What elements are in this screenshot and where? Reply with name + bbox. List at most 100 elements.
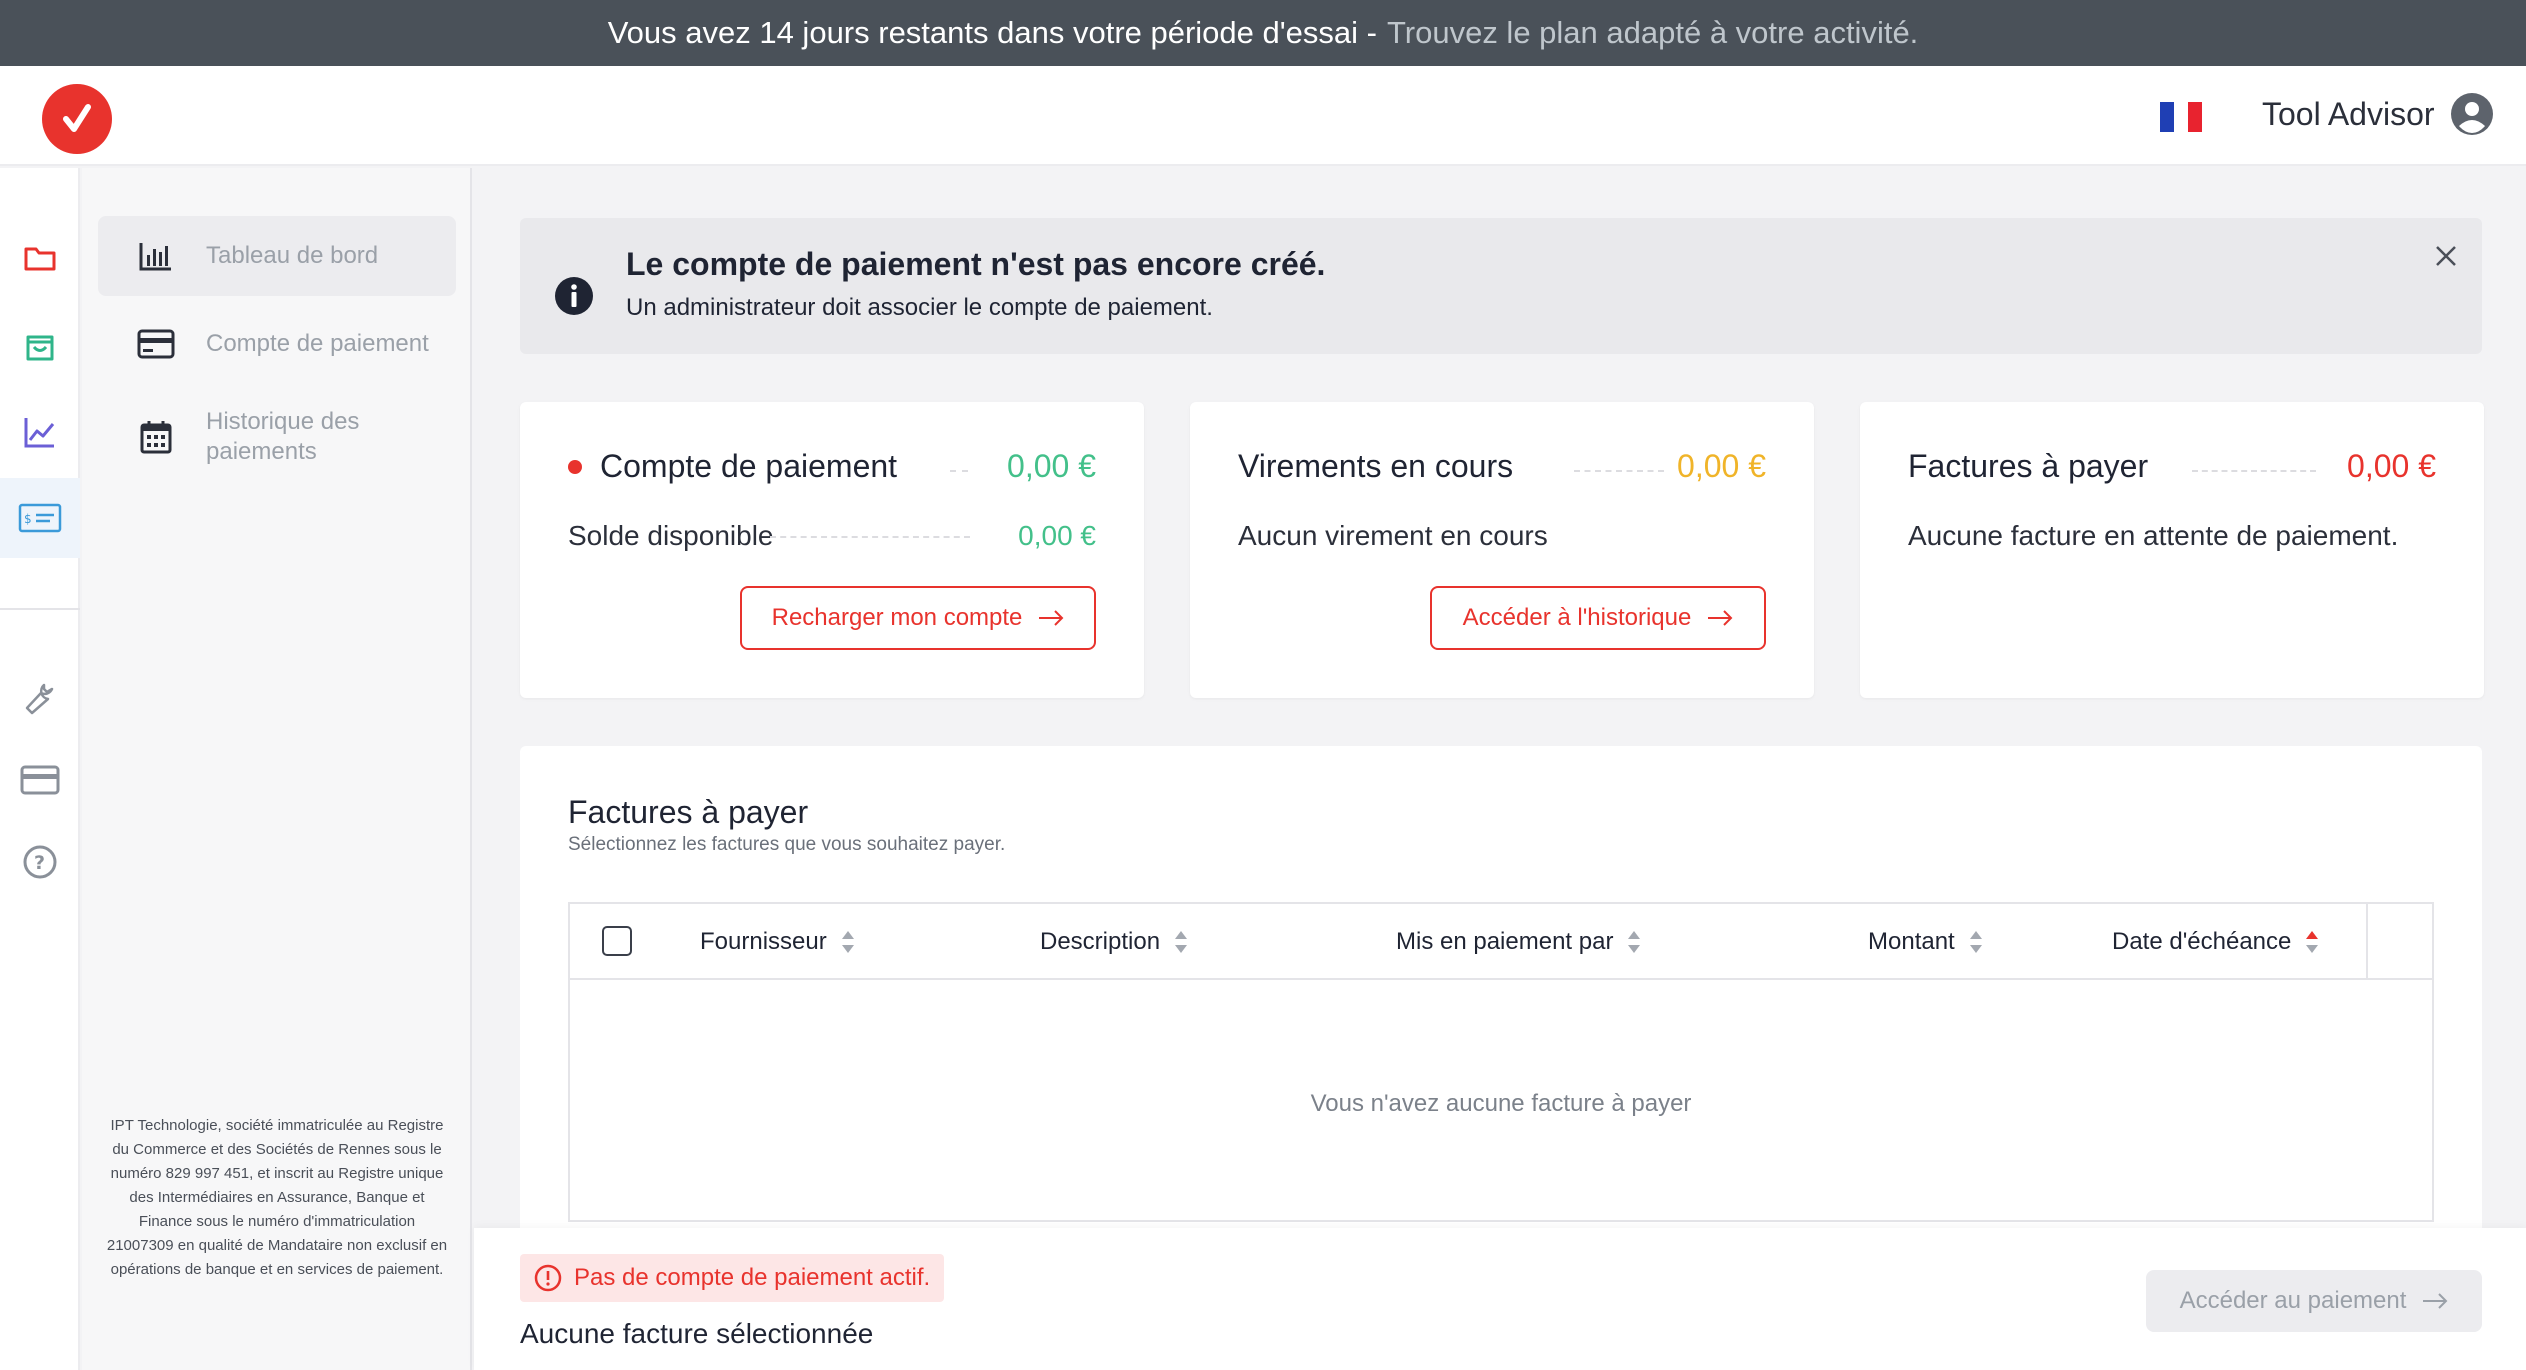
divider: [2192, 470, 2316, 472]
help-icon: ?: [23, 845, 57, 879]
arrow-right-icon: [1708, 610, 1733, 626]
credit-card-icon: [20, 765, 60, 795]
info-title: Le compte de paiement n'est pas encore c…: [626, 246, 1326, 282]
arrow-right-icon: [2423, 1293, 2448, 1309]
subnav-label: Compte de paiement: [206, 330, 429, 357]
history-button[interactable]: Accéder à l'historique: [1430, 586, 1766, 650]
rail-analytics[interactable]: [0, 392, 80, 472]
rail-help[interactable]: ?: [0, 822, 80, 902]
info-icon: [555, 277, 593, 315]
user-name[interactable]: Tool Advisor: [2262, 96, 2435, 133]
trial-text: Vous avez 14 jours restants dans votre p…: [607, 15, 1377, 50]
info-text: Un administrateur doit associer le compt…: [626, 294, 1213, 321]
folder-icon: [24, 247, 56, 271]
shopping-bag-icon: [26, 335, 54, 361]
subnav-label: Historique des paiements: [206, 408, 360, 465]
column-amount[interactable]: Montant: [1868, 928, 1983, 956]
payment-footer: Pas de compte de paiement actif. Aucune …: [474, 1228, 2526, 1370]
payment-card-icon: $: [18, 503, 62, 533]
app-logo[interactable]: [42, 84, 112, 154]
card-sub-label: Aucun virement en cours: [1238, 520, 1548, 551]
card-amount: 0,00 €: [2347, 448, 2436, 484]
select-all-checkbox[interactable]: [602, 926, 632, 956]
sort-icon: [1175, 931, 1188, 953]
table-header: Fournisseur Description Mis en paiement …: [570, 904, 2432, 980]
svg-text:?: ?: [34, 852, 45, 874]
button-label: Accéder au paiement: [2179, 1287, 2407, 1314]
card-icon: [136, 324, 176, 364]
divider: [1574, 470, 1664, 472]
button-label: Recharger mon compte: [771, 604, 1023, 631]
go-to-payment-button[interactable]: Accéder au paiement: [2146, 1270, 2482, 1332]
empty-state: Vous n'avez aucune facture à payer: [1310, 1090, 1692, 1117]
bar-chart-icon: [136, 236, 176, 276]
sort-icon: [1969, 931, 1982, 953]
icon-rail: $ ?: [0, 168, 80, 1370]
rail-payments[interactable]: $: [0, 478, 80, 558]
card-amount: 0,00 €: [1007, 448, 1096, 484]
card-sub-label: Solde disponible: [568, 520, 774, 551]
sort-active-icon: [2306, 931, 2319, 953]
checkmark-icon: [63, 104, 91, 132]
user-avatar-icon[interactable]: [2450, 92, 2494, 136]
sort-icon: [1628, 931, 1641, 953]
app-header: Tool Advisor: [0, 66, 2526, 166]
column-due-date[interactable]: Date d'échéance: [2112, 928, 2319, 956]
card-payment-account: Compte de paiement 0,00 € Solde disponib…: [520, 402, 1144, 698]
sort-icon: [841, 931, 854, 953]
card-sub-amount: 0,00 €: [1018, 520, 1096, 551]
trial-plan-link[interactable]: Trouvez le plan adapté à votre activité.: [1387, 15, 1918, 51]
chart-line-icon: [24, 418, 55, 448]
language-flag-fr[interactable]: [2160, 102, 2202, 132]
rail-folder[interactable]: [0, 218, 80, 298]
subnav-item-dashboard[interactable]: Tableau de bord: [98, 216, 456, 296]
column-label: Fournisseur: [700, 928, 827, 955]
card-title-text: Virements en cours: [1238, 448, 1514, 484]
divider: [770, 536, 970, 538]
alert-circle-icon: [534, 1264, 562, 1292]
card-title-text: Factures à payer: [1908, 448, 2149, 484]
column-description[interactable]: Description: [1040, 928, 1188, 956]
subnav-label: Tableau de bord: [206, 242, 379, 269]
card-title-text: Compte de paiement: [600, 448, 898, 484]
no-account-alert: Pas de compte de paiement actif.: [520, 1254, 945, 1302]
invoices-table: Fournisseur Description Mis en paiement …: [568, 902, 2434, 1222]
section-title: Factures à payer: [568, 794, 809, 830]
main-content: Le compte de paiement n'est pas encore c…: [474, 168, 2526, 1370]
rail-billing[interactable]: [0, 740, 80, 820]
secondary-sidebar: Tableau de bord Compte de paiement Histo…: [82, 168, 472, 1370]
button-label: Accéder à l'historique: [1462, 604, 1692, 631]
card-invoices-to-pay: Factures à payer 0,00 € Aucune facture e…: [1860, 402, 2484, 698]
column-label: Montant: [1868, 928, 1955, 955]
section-subtitle: Sélectionnez les factures que vous souha…: [568, 834, 1006, 855]
card-sub-label: Aucune facture en attente de paiement.: [1908, 520, 2399, 551]
column-paid-by[interactable]: Mis en paiement par: [1396, 928, 1641, 956]
info-banner: Le compte de paiement n'est pas encore c…: [520, 218, 2482, 354]
divider: [950, 470, 968, 472]
rail-settings[interactable]: [0, 658, 80, 738]
close-icon[interactable]: [2428, 238, 2464, 274]
calendar-icon: [136, 417, 176, 457]
selection-summary: Aucune facture sélectionnée: [520, 1318, 874, 1349]
card-amount: 0,00 €: [1677, 448, 1766, 484]
column-label: Description: [1040, 928, 1161, 955]
svg-text:$: $: [24, 512, 32, 526]
recharge-account-button[interactable]: Recharger mon compte: [740, 586, 1096, 650]
arrow-right-icon: [1039, 610, 1064, 626]
card-title: Factures à payer: [1908, 448, 2148, 485]
legal-notice: IPT Technologie, société immatriculée au…: [106, 1117, 448, 1278]
column-supplier[interactable]: Fournisseur: [700, 928, 855, 956]
rail-purchases[interactable]: [0, 306, 80, 386]
alert-text: Pas de compte de paiement actif.: [574, 1264, 931, 1291]
subnav-item-history[interactable]: Historique des paiements: [98, 392, 456, 482]
card-title: Virements en cours: [1238, 448, 1513, 485]
subnav-item-payment-account[interactable]: Compte de paiement: [98, 304, 456, 384]
rail-separator: [0, 608, 80, 610]
column-label: Mis en paiement par: [1396, 928, 1614, 955]
trial-banner: Vous avez 14 jours restants dans votre p…: [0, 0, 2526, 66]
column-separator: [2366, 904, 2368, 980]
column-label: Date d'échéance: [2112, 928, 2292, 955]
card-transfers: Virements en cours 0,00 € Aucun virement…: [1190, 402, 1814, 698]
wrench-icon: [25, 683, 54, 715]
status-dot: [568, 459, 582, 474]
